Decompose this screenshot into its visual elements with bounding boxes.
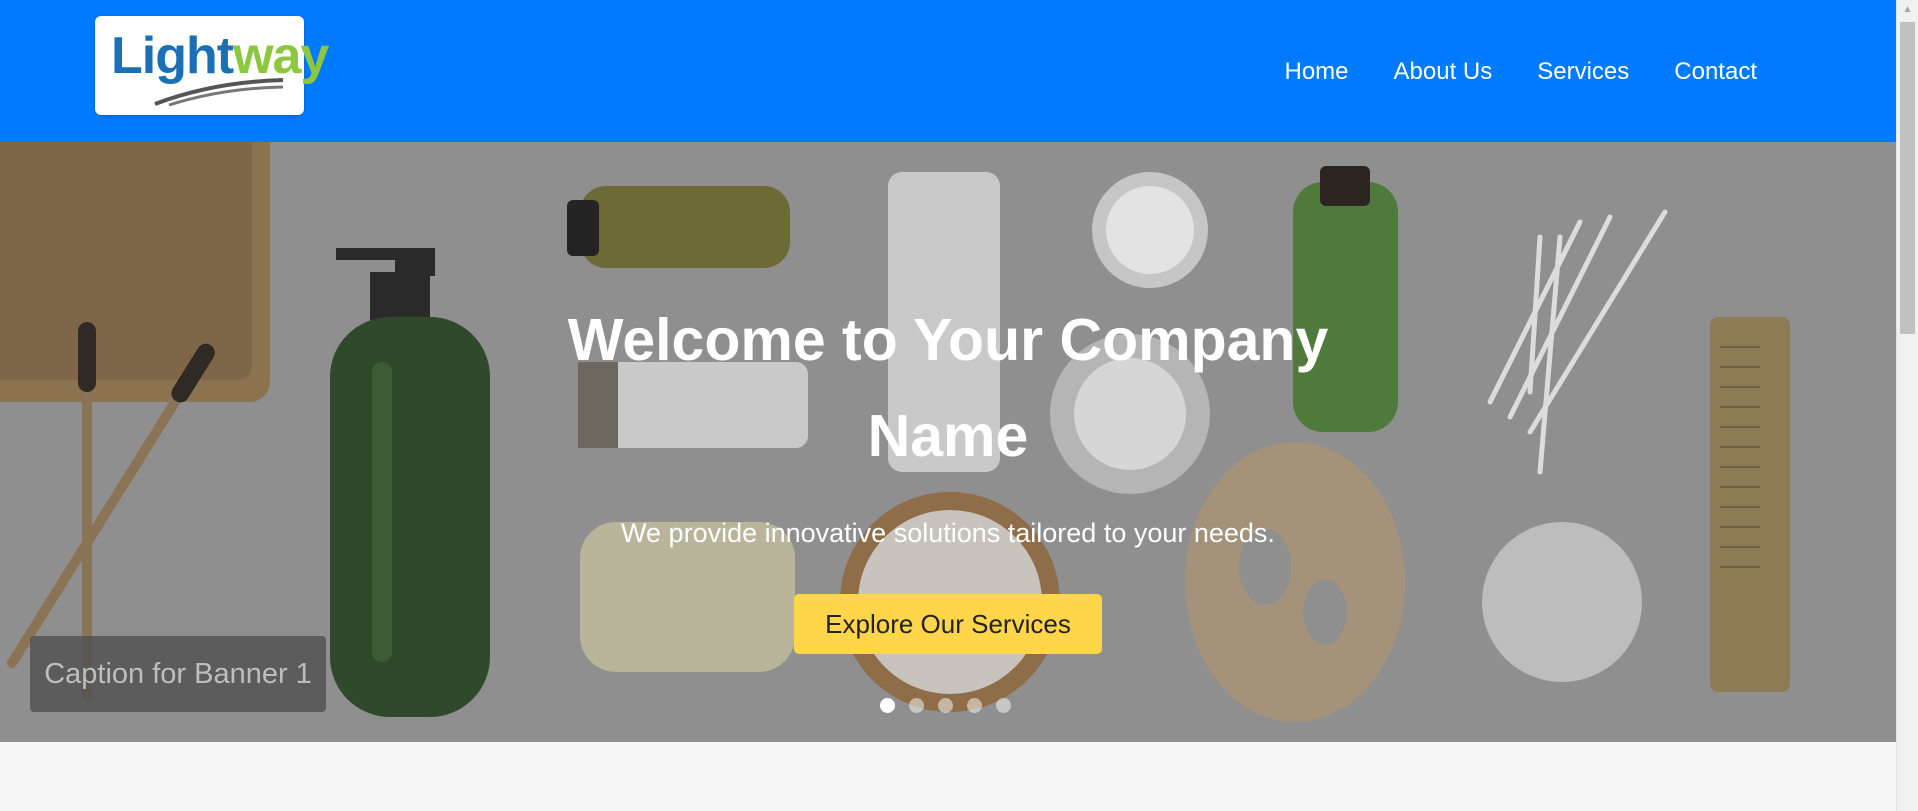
carousel-dot-4[interactable] [967, 698, 982, 713]
logo[interactable]: Lightway [95, 16, 329, 115]
hero-subtitle: We provide innovative solutions tailored… [621, 518, 1275, 548]
nav-home[interactable]: Home [1285, 58, 1349, 86]
hero-title: Welcome to Your Company Name [567, 307, 1329, 469]
carousel-dot-1[interactable] [880, 698, 895, 713]
carousel-dot-2[interactable] [909, 698, 924, 713]
nav-contact[interactable]: Contact [1674, 58, 1757, 86]
nav-services[interactable]: Services [1537, 58, 1629, 86]
carousel-indicators [880, 698, 1011, 713]
main-nav: Home About Us Services Contact [1285, 58, 1758, 86]
scrollbar-thumb[interactable] [1900, 22, 1915, 334]
explore-services-button[interactable]: Explore Our Services [794, 594, 1102, 654]
scroll-up-arrow-icon[interactable]: ▲ [1897, 2, 1918, 18]
scrollbar[interactable]: ▲ [1896, 0, 1918, 811]
carousel-dot-3[interactable] [938, 698, 953, 713]
banner-caption: Caption for Banner 1 [30, 636, 326, 712]
site-header: Lightway Home About Us Services Contact [0, 0, 1896, 142]
nav-about-us[interactable]: About Us [1394, 58, 1493, 86]
content-area [0, 742, 1896, 811]
hero-banner: Welcome to Your Company Name We provide … [0, 142, 1896, 742]
logo-wordmark: Lightway [111, 27, 329, 85]
page: Lightway Home About Us Services Contact [0, 0, 1896, 811]
logo-road-icon [154, 78, 284, 106]
carousel-dot-5[interactable] [996, 698, 1011, 713]
